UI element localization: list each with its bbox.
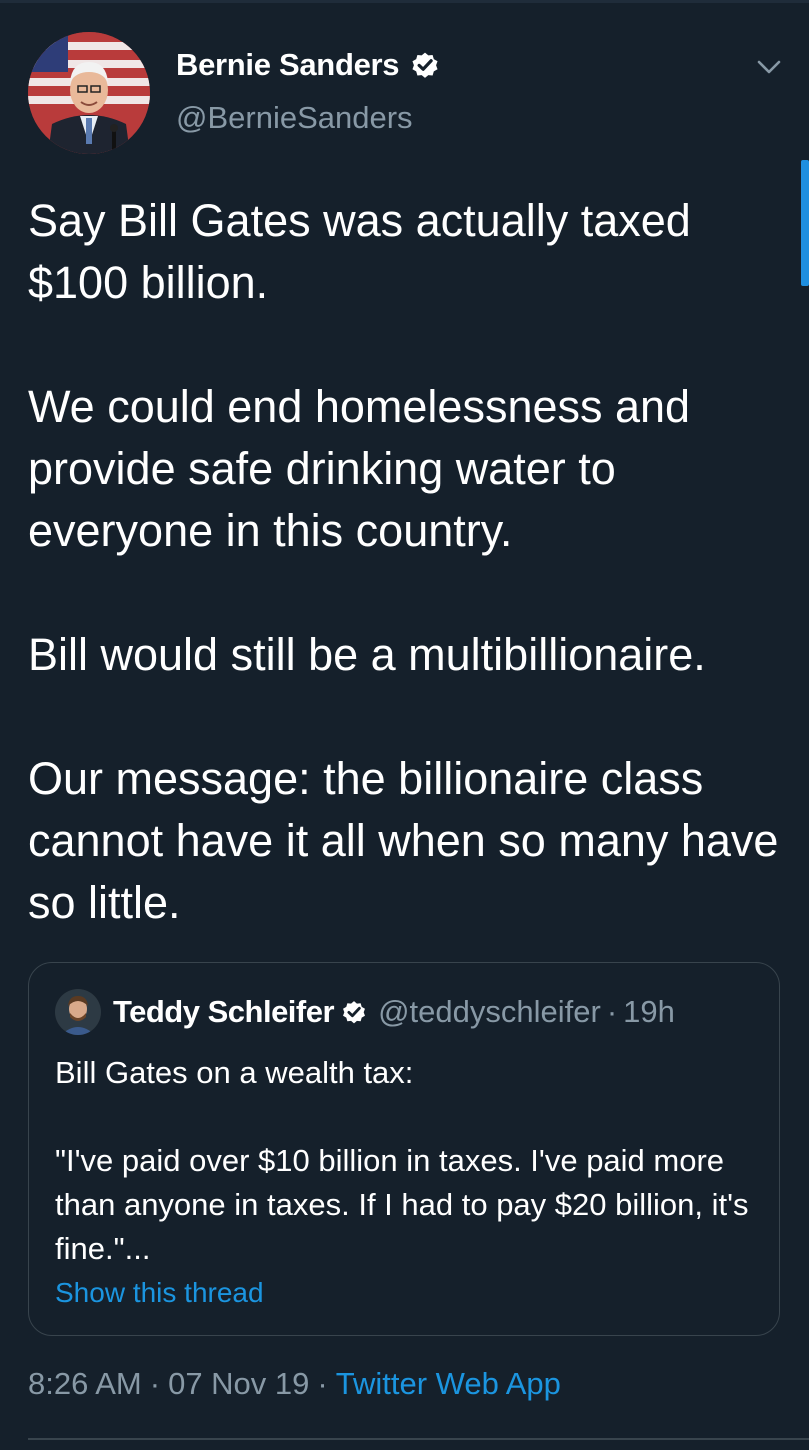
chevron-down-icon[interactable] — [754, 52, 784, 82]
tweet-text: Say Bill Gates was actually taxed $100 b… — [28, 190, 798, 934]
quoted-line: "I've paid over $10 billion in taxes. I'… — [55, 1143, 749, 1266]
quoted-display-name: Teddy Schleifer — [113, 994, 335, 1029]
author-handle[interactable]: @BernieSanders — [176, 100, 696, 136]
tweet-source-link[interactable]: Twitter Web App — [336, 1366, 561, 1401]
quoted-line: Bill Gates on a wealth tax: — [55, 1055, 414, 1090]
display-name-row: Bernie Sanders — [176, 44, 696, 86]
author-names: Bernie Sanders @BernieSanders — [176, 44, 696, 136]
bottom-divider — [28, 1438, 809, 1440]
tweet-paragraph: Our message: the billionaire class canno… — [28, 753, 779, 928]
tweet-date[interactable]: 07 Nov 19 — [168, 1366, 309, 1401]
tweet-paragraph: We could end homelessness and provide sa… — [28, 381, 691, 556]
quoted-avatar — [55, 989, 101, 1035]
avatar[interactable] — [28, 32, 150, 154]
verified-badge-icon — [340, 998, 368, 1026]
separator: · — [606, 994, 618, 1029]
tweet-paragraph: Say Bill Gates was actually taxed $100 b… — [28, 195, 691, 308]
tweet-header: Bernie Sanders @BernieSanders — [28, 32, 788, 154]
display-name[interactable]: Bernie Sanders — [176, 47, 400, 83]
tweet-paragraph: Bill would still be a multibillionaire. — [28, 629, 706, 680]
tweet: Bernie Sanders @BernieSanders Say Bill G… — [0, 0, 809, 1450]
quoted-tweet-header: Teddy Schleifer @teddyschleifer · 19h — [55, 989, 675, 1035]
tweet-time[interactable]: 8:26 AM — [28, 1366, 142, 1401]
verified-badge-icon — [409, 49, 441, 81]
show-thread-link[interactable]: Show this thread — [55, 1277, 264, 1309]
quoted-tweet-card[interactable]: Teddy Schleifer @teddyschleifer · 19h Bi… — [28, 962, 780, 1336]
tweet-meta: 8:26 AM · 07 Nov 19 · Twitter Web App — [28, 1366, 561, 1402]
quoted-timestamp: 19h — [623, 994, 675, 1029]
separator: · — [149, 1366, 161, 1401]
quoted-handle: @teddyschleifer — [378, 994, 601, 1029]
avatar-image — [28, 32, 150, 154]
separator: · — [317, 1366, 328, 1401]
quoted-tweet-text: Bill Gates on a wealth tax: "I've paid o… — [55, 1051, 755, 1271]
